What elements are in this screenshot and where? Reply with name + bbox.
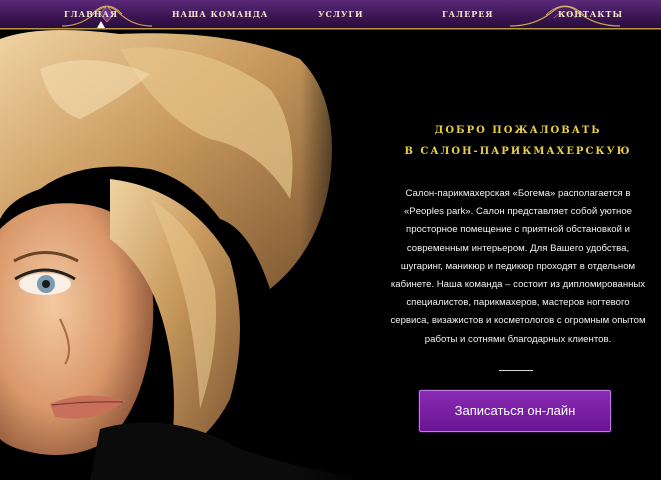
book-online-button[interactable]: Записаться он-лайн	[419, 390, 611, 432]
nav-item-home[interactable]: главная	[64, 7, 118, 21]
nav-item-contacts[interactable]: контакты	[558, 7, 623, 21]
nav-item-team[interactable]: наша команда	[172, 7, 268, 21]
divider-line	[499, 370, 533, 371]
top-navigation: главная наша команда услуги галерея конт…	[0, 0, 661, 29]
active-caret-icon	[97, 21, 105, 28]
woman-portrait-image	[0, 29, 370, 480]
welcome-panel: ДОБРО ПОЖАЛОВАТЬ В САЛОН-ПАРИКМАХЕРСКУЮ …	[375, 29, 661, 480]
welcome-title-line1: ДОБРО ПОЖАЛОВАТЬ	[434, 125, 602, 136]
nav-item-services[interactable]: услуги	[318, 7, 364, 21]
nav-item-gallery[interactable]: галерея	[442, 7, 493, 21]
salon-description: Салон-парикмахерская «Богема» располагае…	[390, 188, 646, 345]
welcome-title-line2: В САЛОН-ПАРИКМАХЕРСКУЮ	[404, 146, 632, 157]
hero-section: ДОБРО ПОЖАЛОВАТЬ В САЛОН-ПАРИКМАХЕРСКУЮ …	[0, 29, 661, 480]
